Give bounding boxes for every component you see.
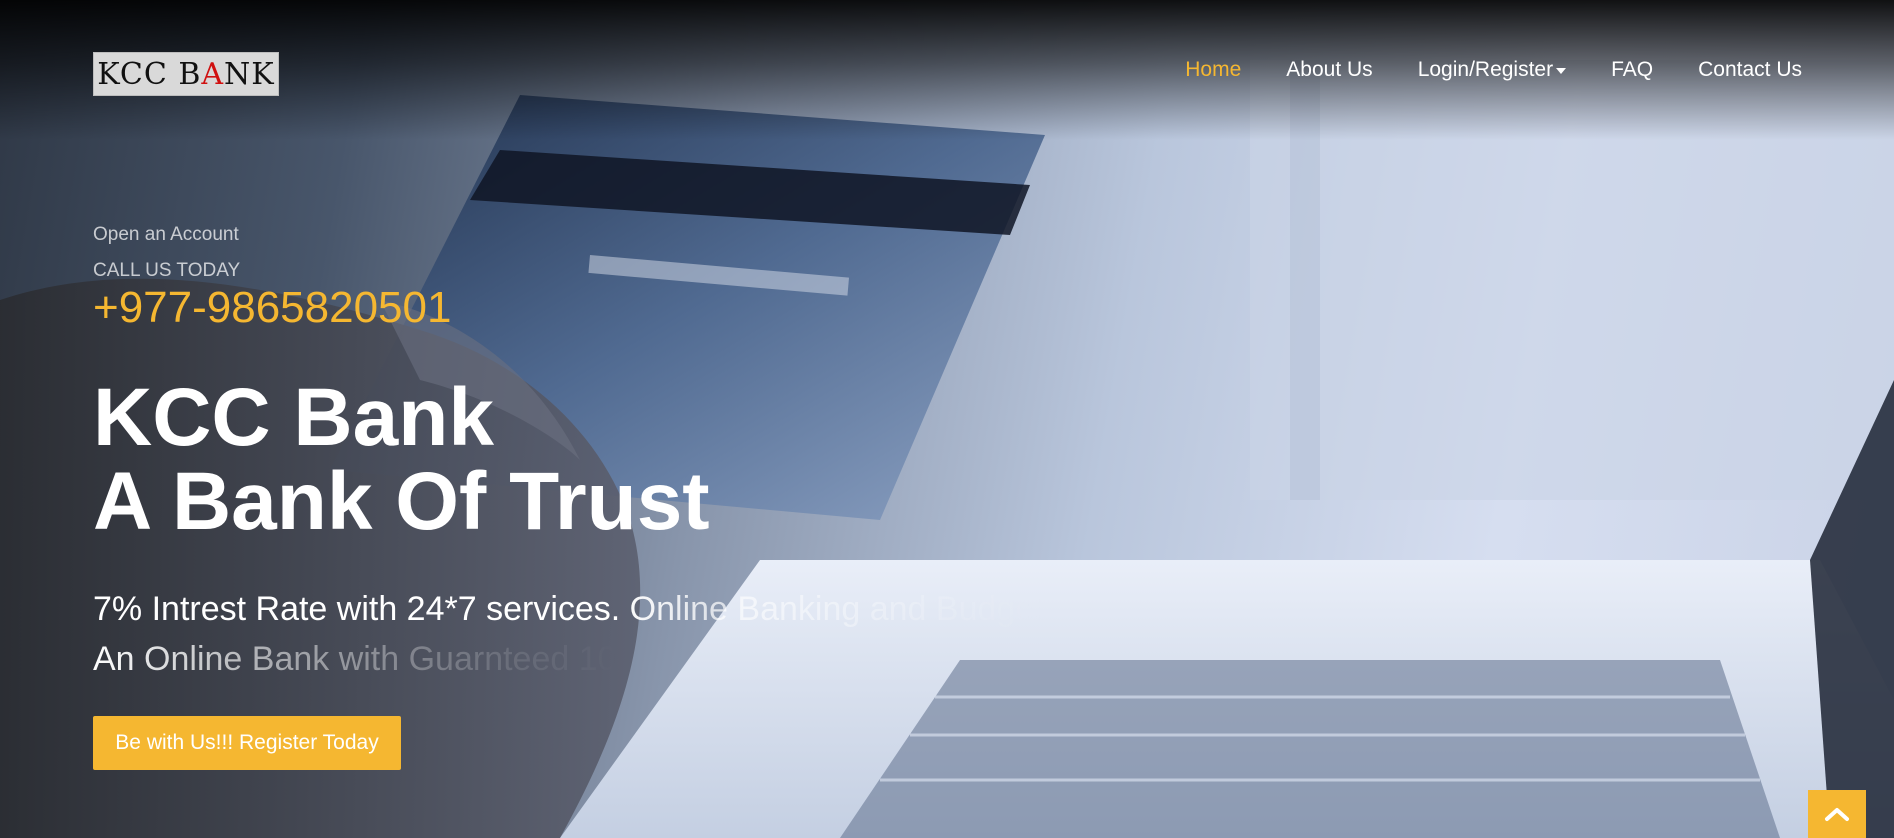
subline-1-text: 7% Intrest Rate with 24*7 services. — [93, 590, 621, 628]
subline-1-fading-text: Online Banking and Budget — [620, 590, 1044, 628]
register-today-button[interactable]: Be with Us!!! Register Today — [93, 716, 401, 770]
chevron-up-icon — [1825, 808, 1849, 821]
kcc-bank-logo[interactable]: KCC B A NK — [93, 52, 279, 96]
nav-home-label: Home — [1185, 58, 1242, 81]
nav-faq[interactable]: FAQ — [1611, 55, 1653, 85]
logo-text-accent: A — [201, 56, 225, 92]
main-nav: Home About Us Login/Register FAQ Contact… — [1140, 55, 1802, 85]
subline-line-1: 7% Intrest Rate with 24*7 services. Onli… — [93, 584, 1044, 634]
nav-contact-us-label: Contact Us — [1698, 58, 1802, 81]
hero-content: Open an Account CALL US TODAY +977-98658… — [93, 224, 1044, 684]
headline-line-2: A Bank Of Trust — [93, 456, 710, 547]
open-account-text: Open an Account — [93, 224, 239, 245]
hero-section: KCC B A NK Home About Us Login/Register FA… — [0, 0, 1894, 838]
nav-about-us-label: About Us — [1286, 58, 1373, 81]
nav-home[interactable]: Home — [1185, 55, 1241, 85]
nav-login-register-label: Login/Register — [1417, 58, 1554, 81]
subline-line-2: An Online Bank with Guarnteed 10 — [93, 634, 1044, 684]
phone-number[interactable]: +977-9865820501 — [93, 284, 1044, 332]
subline-2-text: An Online Bank with Guarnteed 10 — [93, 640, 617, 678]
headline-line-1: KCC Bank — [93, 372, 494, 463]
hero-subline: 7% Intrest Rate with 24*7 services. Onli… — [93, 584, 1044, 684]
back-to-top-button[interactable] — [1808, 790, 1866, 838]
logo-text-suffix: NK — [224, 56, 275, 92]
hero-headline: KCC Bank A Bank Of Trust — [93, 376, 1044, 544]
call-us-label: CALL US TODAY — [93, 260, 241, 281]
site-header: KCC B A NK Home About Us Login/Register FA… — [0, 0, 1894, 140]
nav-contact-us[interactable]: Contact Us — [1698, 55, 1802, 85]
nav-faq-label: FAQ — [1611, 58, 1654, 81]
nav-login-register-dropdown[interactable]: Login/Register — [1417, 55, 1567, 85]
logo-text-prefix: KCC B — [97, 56, 202, 92]
caret-down-icon — [1556, 68, 1567, 74]
nav-about-us[interactable]: About Us — [1286, 55, 1372, 85]
